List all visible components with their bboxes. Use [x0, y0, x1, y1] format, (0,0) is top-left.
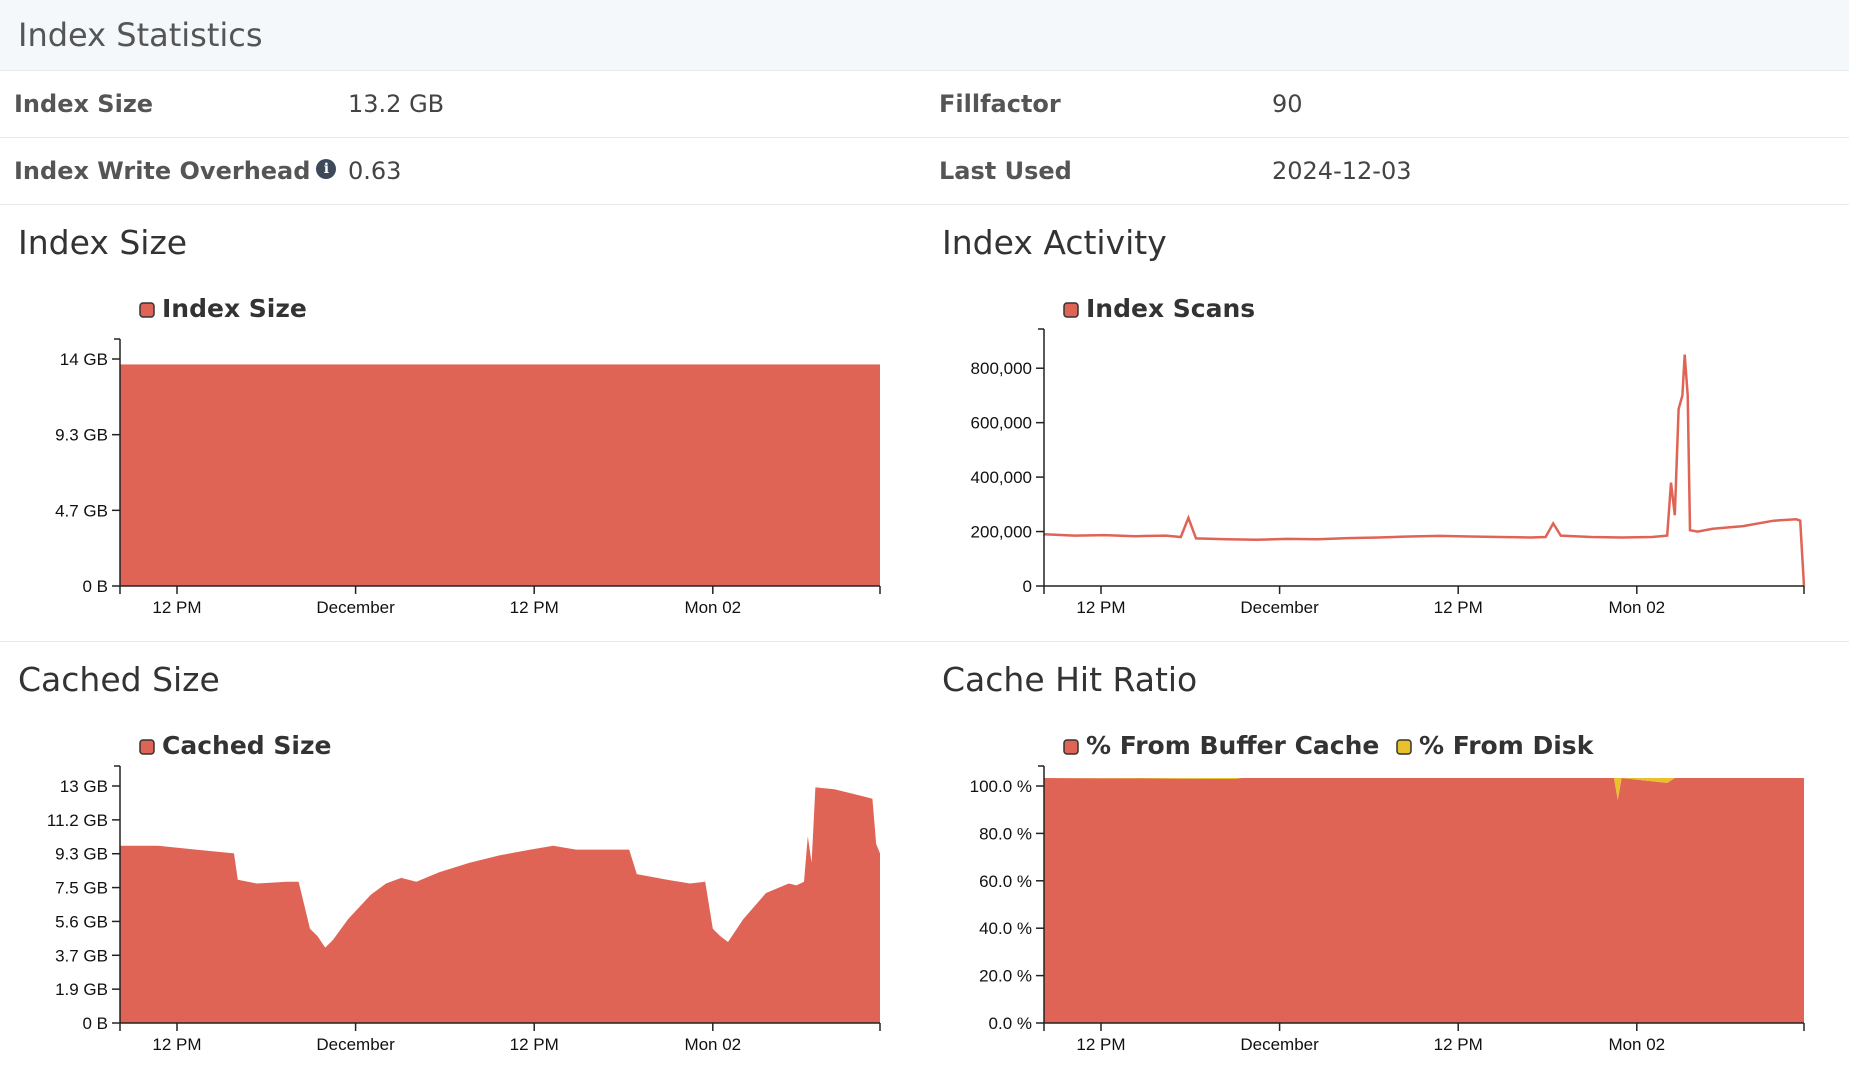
- x-tick-label: 12 PM: [152, 1035, 201, 1054]
- legend-label: Index Scans: [1086, 294, 1255, 323]
- cache-hit-panel: Cache Hit Ratio % From Buffer Cache% Fro…: [924, 642, 1848, 1078]
- x-tick-label: Mon 02: [1608, 598, 1665, 617]
- y-tick-label: 600,000: [971, 414, 1032, 433]
- write-overhead-value: 0.63: [348, 157, 402, 185]
- x-tick-label: 12 PM: [152, 598, 201, 617]
- y-tick-label: 800,000: [971, 359, 1032, 378]
- line-index-scans: [1043, 354, 1806, 587]
- fillfactor-value: 90: [1272, 90, 1303, 118]
- x-tick-label: Mon 02: [1608, 1035, 1665, 1054]
- x-tick-label: 12 PM: [510, 1035, 559, 1054]
- y-tick-label: 20.0 %: [979, 967, 1032, 986]
- area-cached_size: [120, 787, 880, 1023]
- x-tick-label: December: [1240, 1035, 1319, 1054]
- x-tick-label: Mon 02: [684, 1035, 741, 1054]
- info-icon[interactable]: i: [316, 159, 337, 179]
- legend-label: % From Buffer Cache: [1086, 731, 1379, 760]
- x-tick-label: December: [316, 1035, 395, 1054]
- index-size-value: 13.2 GB: [348, 90, 445, 118]
- x-tick-label: December: [316, 598, 395, 617]
- last-used-label: Last Used: [939, 157, 1072, 185]
- index-size-chart: Index Size 0 B 4.7 GB 9.3 GB 14 GB 12 PM Decem…: [55, 294, 881, 617]
- y-tick-label: 0: [1023, 577, 1032, 596]
- index-size-label: Index Size: [14, 90, 154, 118]
- legend-label: Index Size: [162, 294, 307, 323]
- x-tick-label: 12 PM: [1076, 598, 1125, 617]
- index-activity-panel: Index Activity Index Scans 0 200,000 400,00…: [924, 205, 1848, 641]
- y-tick-label: 80.0 %: [979, 824, 1032, 843]
- y-tick-label: 5.6 GB: [55, 912, 108, 931]
- write-overhead-label: Index Write Overhead i: [14, 138, 337, 204]
- legend-label: Cached Size: [162, 731, 331, 760]
- area-cache_hit: [1044, 778, 1804, 1023]
- x-tick-label: 12 PM: [510, 598, 559, 617]
- x-tick-label: 12 PM: [1434, 1035, 1483, 1054]
- y-tick-label: 1.9 GB: [55, 980, 108, 999]
- y-tick-label: 4.7 GB: [55, 501, 108, 520]
- cache-hit-chart: % From Buffer Cache % From Disk 0.0 % 20.0 …: [970, 731, 1805, 1054]
- page-title: Index Statistics: [18, 16, 263, 54]
- y-tick-label: 7.5 GB: [55, 879, 108, 898]
- y-tick-label: 40.0 %: [979, 919, 1032, 938]
- index-activity-chart: Index Scans 0 200,000 400,000 600,000 800,000…: [971, 294, 1806, 617]
- legend-swatch: [1063, 739, 1079, 755]
- fillfactor-label: Fillfactor: [939, 90, 1061, 118]
- x-tick-label: Mon 02: [684, 598, 741, 617]
- area-index-size: [120, 364, 880, 586]
- x-tick-label: 12 PM: [1076, 1035, 1125, 1054]
- y-tick-label: 13 GB: [60, 777, 108, 796]
- x-tick-label: 12 PM: [1434, 598, 1483, 617]
- y-tick-label: 400,000: [971, 468, 1032, 487]
- legend-swatch: [139, 739, 155, 755]
- write-overhead-text: Index Write Overhead: [14, 157, 311, 185]
- last-used-value: 2024-12-03: [1272, 157, 1412, 185]
- y-tick-label: 60.0 %: [979, 872, 1032, 891]
- y-tick-label: 200,000: [971, 523, 1032, 542]
- y-tick-label: 0 B: [82, 1014, 108, 1033]
- y-tick-label: 3.7 GB: [55, 946, 108, 965]
- stats-row: Index Write Overhead i 0.63 Last Used 202…: [0, 138, 1849, 205]
- y-tick-label: 11.2 GB: [47, 811, 108, 830]
- cached-size-panel: Cached Size Cached Size 0 B 1.9 GB 3.7 GB 5.…: [0, 642, 924, 1078]
- y-tick-label: 14 GB: [60, 350, 108, 369]
- y-tick-label: 9.3 GB: [55, 845, 108, 864]
- y-tick-label: 0.0 %: [989, 1014, 1032, 1033]
- index-size-panel: Index Size Index Size 0 B 4.7 GB 9.3 GB 14 G…: [0, 205, 924, 641]
- x-tick-label: December: [1240, 598, 1319, 617]
- y-tick-label: 100.0 %: [970, 777, 1032, 796]
- stats-row: Index Size 13.2 GB Fillfactor 90: [0, 71, 1849, 138]
- legend-swatch: [139, 302, 155, 318]
- legend-swatch: [1063, 302, 1079, 318]
- y-tick-label: 9.3 GB: [55, 426, 108, 445]
- legend-label: % From Disk: [1419, 731, 1595, 760]
- cached-size-chart: Cached Size 0 B 1.9 GB 3.7 GB 5.6 GB 7.5 GB 9.…: [47, 731, 881, 1054]
- y-tick-label: 0 B: [82, 577, 108, 596]
- legend-swatch: [1396, 739, 1412, 755]
- panel-header: Index Statistics: [0, 0, 1849, 71]
- stats-table: Index Size 13.2 GB Fillfactor 90 Index W…: [0, 71, 1849, 205]
